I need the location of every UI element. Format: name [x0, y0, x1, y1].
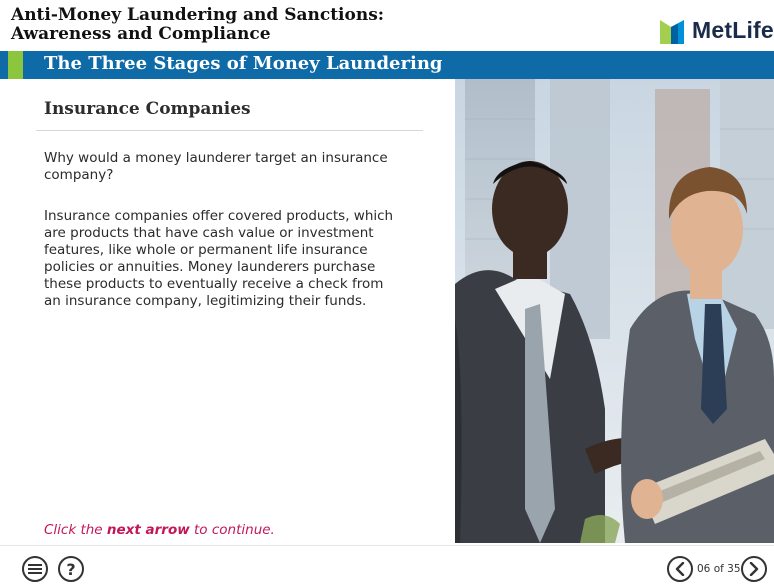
chevron-left-icon: [675, 562, 685, 576]
question-text: Why would a money launderer target an in…: [44, 150, 388, 183]
previous-button[interactable]: [667, 556, 693, 582]
banner-accent: [8, 51, 23, 79]
metlife-logo: MetLife: [658, 16, 774, 46]
continue-instruction: Click the next arrow to continue.: [44, 522, 275, 538]
cta-bold: next arrow: [106, 522, 190, 538]
answer-text: Insurance companies offer covered produc…: [44, 208, 394, 309]
next-button[interactable]: [741, 556, 767, 582]
logo-text: MetLife: [692, 17, 774, 43]
metlife-logo-icon: [660, 20, 684, 44]
course-title-line1: Anti-Money Laundering and Sanctions:: [11, 5, 385, 25]
section-banner: The Three Stages of Money Laundering: [0, 51, 774, 79]
footer-divider: [0, 545, 774, 546]
business-photo: [455, 79, 774, 543]
photo-two-businessmen-with-tablet-icon: [455, 79, 774, 543]
course-title: Anti-Money Laundering and Sanctions: Awa…: [11, 6, 431, 44]
help-button[interactable]: ?: [58, 556, 84, 582]
hamburger-icon: [28, 564, 42, 574]
cta-prefix: Click the: [44, 522, 107, 538]
help-icon: ?: [66, 559, 76, 579]
page-heading: Insurance Companies: [44, 99, 251, 119]
banner-title: The Three Stages of Money Laundering: [44, 53, 443, 74]
chevron-right-icon: [749, 562, 759, 576]
page-counter: 06 of 35: [697, 563, 741, 575]
menu-button[interactable]: [22, 556, 48, 582]
heading-divider: [36, 130, 423, 131]
course-title-line2: Awareness and Compliance: [11, 24, 271, 44]
cta-suffix: to continue.: [189, 522, 275, 538]
